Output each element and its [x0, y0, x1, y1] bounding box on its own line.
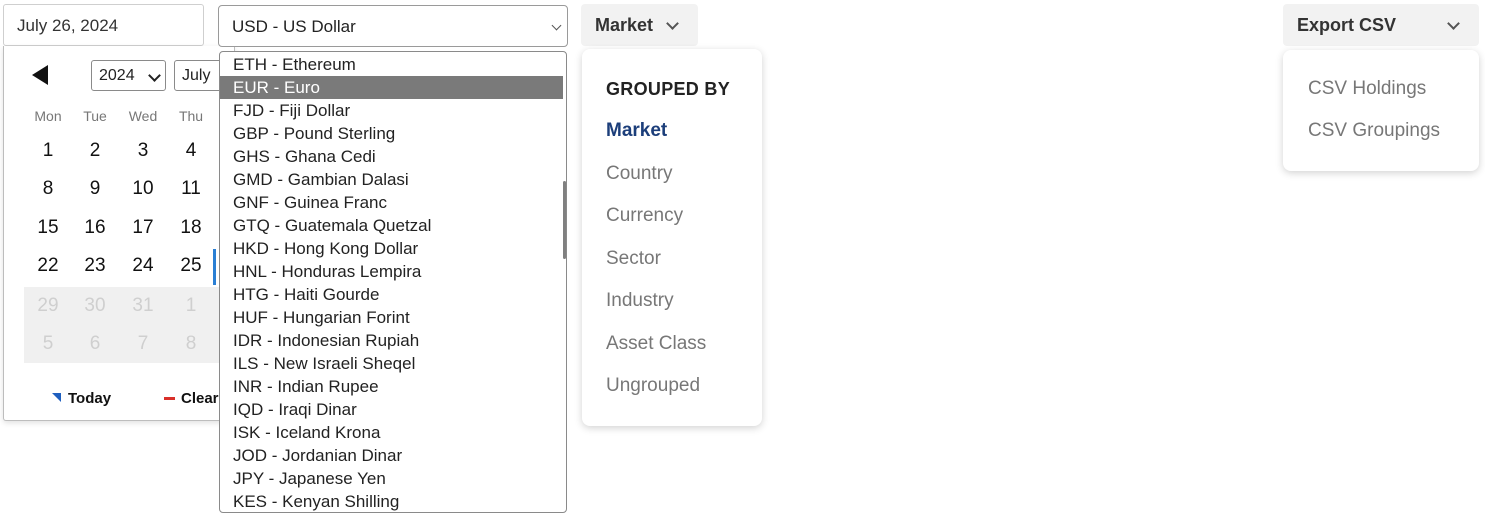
- calendar-day[interactable]: 10: [119, 170, 167, 208]
- calendar-day[interactable]: 23: [71, 247, 119, 285]
- currency-option[interactable]: HNL - Honduras Lempira: [220, 260, 563, 283]
- calendar-day[interactable]: 1: [24, 132, 72, 170]
- currency-select[interactable]: USD - US Dollar: [218, 5, 568, 47]
- clear-label: Clear: [181, 390, 219, 407]
- calendar-day-other-month[interactable]: 31: [119, 287, 167, 325]
- calendar-day-other-month[interactable]: 30: [71, 287, 119, 325]
- calendar-day[interactable]: 25: [167, 247, 215, 285]
- export-csv-label: Export CSV: [1297, 15, 1397, 35]
- chevron-down-icon: [1447, 17, 1460, 30]
- currency-option-highlighted[interactable]: EUR - Euro: [220, 76, 563, 99]
- calendar-day[interactable]: 8: [24, 170, 72, 208]
- export-csv-holdings[interactable]: CSV Holdings: [1308, 78, 1426, 100]
- calendar-day[interactable]: 15: [24, 209, 72, 247]
- weekday-label: Tue: [83, 108, 107, 124]
- grouping-item-market[interactable]: Market: [606, 120, 667, 142]
- currency-option[interactable]: ISK - Iceland Krona: [220, 421, 563, 444]
- grouping-menu: GROUPED BY Market Country Currency Secto…: [582, 49, 762, 426]
- calendar-day[interactable]: 9: [71, 170, 119, 208]
- currency-option[interactable]: HUF - Hungarian Forint: [220, 306, 563, 329]
- export-csv-groupings[interactable]: CSV Groupings: [1308, 120, 1440, 142]
- today-label: Today: [68, 390, 112, 407]
- date-picker-calendar: 2024 July Mon Tue Wed Thu 1 2 3 4 8 9 10…: [3, 46, 235, 421]
- export-menu: CSV Holdings CSV Groupings: [1283, 50, 1479, 171]
- grouping-item-asset-class[interactable]: Asset Class: [606, 333, 706, 355]
- currency-option[interactable]: JPY - Japanese Yen: [220, 467, 563, 490]
- currency-option[interactable]: GMD - Gambian Dalasi: [220, 168, 563, 191]
- year-select[interactable]: 2024: [91, 60, 166, 91]
- grouping-item-sector[interactable]: Sector: [606, 248, 661, 270]
- calendar-day[interactable]: 17: [119, 209, 167, 247]
- calendar-day-other-month[interactable]: 6: [71, 325, 119, 363]
- currency-select-value: USD - US Dollar: [232, 17, 356, 36]
- calendar-day-other-month[interactable]: 5: [24, 325, 72, 363]
- currency-option[interactable]: JOD - Jordanian Dinar: [220, 444, 563, 467]
- calendar-day-other-month[interactable]: 1: [167, 287, 215, 325]
- chevron-down-icon: [551, 20, 562, 31]
- weekday-label: Thu: [178, 108, 204, 124]
- currency-option[interactable]: IQD - Iraqi Dinar: [220, 398, 563, 421]
- calendar-day[interactable]: 22: [24, 247, 72, 285]
- calendar-day[interactable]: 3: [119, 132, 167, 170]
- calendar-day-other-month[interactable]: 7: [119, 325, 167, 363]
- currency-option[interactable]: ETH - Ethereum: [220, 53, 563, 76]
- previous-month-icon[interactable]: [32, 65, 48, 85]
- clear-button[interactable]: Clear: [164, 390, 219, 407]
- currency-option[interactable]: IDR - Indonesian Rupiah: [220, 329, 563, 352]
- currency-option[interactable]: GBP - Pound Sterling: [220, 122, 563, 145]
- today-icon: [52, 393, 61, 402]
- grouping-button-label: Market: [595, 15, 654, 35]
- export-csv-button[interactable]: Export CSV: [1283, 4, 1479, 46]
- calendar-day-other-month[interactable]: 29: [24, 287, 72, 325]
- currency-option[interactable]: GNF - Guinea Franc: [220, 191, 563, 214]
- calendar-day[interactable]: 2: [71, 132, 119, 170]
- calendar-day-other-month[interactable]: 8: [167, 325, 215, 363]
- chevron-down-icon: [666, 17, 679, 30]
- currency-option[interactable]: FJD - Fiji Dollar: [220, 99, 563, 122]
- grouping-button[interactable]: Market: [581, 4, 698, 46]
- grouping-item-industry[interactable]: Industry: [606, 290, 674, 312]
- date-input[interactable]: July 26, 2024: [3, 4, 204, 46]
- grouping-item-currency[interactable]: Currency: [606, 205, 683, 227]
- weekday-label: Mon: [34, 108, 62, 124]
- month-select-value: July: [182, 67, 211, 84]
- grouping-item-ungrouped[interactable]: Ungrouped: [606, 375, 700, 397]
- currency-option[interactable]: ILS - New Israeli Sheqel: [220, 352, 563, 375]
- currency-option[interactable]: HKD - Hong Kong Dollar: [220, 237, 563, 260]
- currency-option[interactable]: GTQ - Guatemala Quetzal: [220, 214, 563, 237]
- currency-option[interactable]: GHS - Ghana Cedi: [220, 145, 563, 168]
- clear-icon: [164, 397, 175, 400]
- currency-option[interactable]: INR - Indian Rupee: [220, 375, 563, 398]
- grouping-heading: GROUPED BY: [606, 79, 731, 99]
- grouping-item-country[interactable]: Country: [606, 163, 673, 185]
- today-button[interactable]: Today: [52, 390, 112, 407]
- calendar-day[interactable]: 18: [167, 209, 215, 247]
- calendar-day[interactable]: 16: [71, 209, 119, 247]
- currency-list-scrollbar[interactable]: [563, 181, 566, 259]
- currency-option[interactable]: KES - Kenyan Shilling: [220, 490, 563, 512]
- calendar-day[interactable]: 24: [119, 247, 167, 285]
- year-select-value: 2024: [99, 67, 135, 84]
- calendar-day[interactable]: 4: [167, 132, 215, 170]
- calendar-day[interactable]: 11: [167, 170, 215, 208]
- currency-options-list: ETH - Ethereum EUR - Euro FJD - Fiji Dol…: [219, 51, 567, 513]
- currency-option[interactable]: HTG - Haiti Gourde: [220, 283, 563, 306]
- chevron-down-icon: [148, 69, 161, 82]
- weekday-label: Wed: [128, 108, 158, 124]
